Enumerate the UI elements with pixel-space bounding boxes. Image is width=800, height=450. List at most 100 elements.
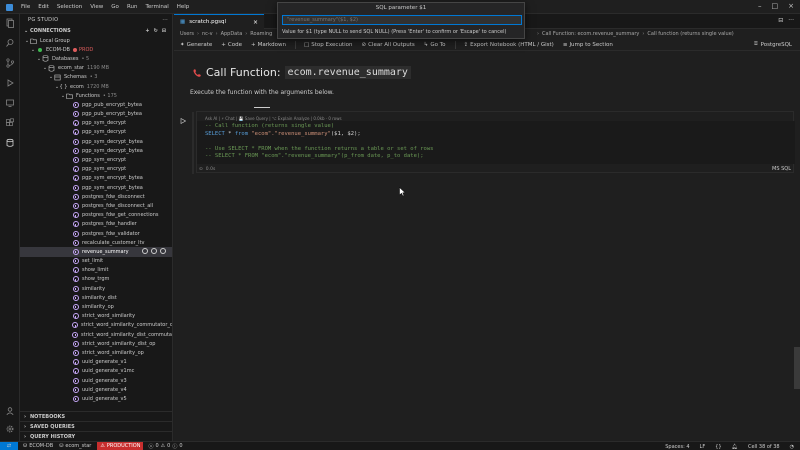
breadcrumb-item[interactable]: Roaming <box>250 31 272 37</box>
run-debug-icon[interactable] <box>5 78 15 88</box>
tab-scratch-pgsql[interactable]: ▦ scratch.pgsql × <box>174 14 264 29</box>
function-item[interactable]: uuid_generate_v3 <box>20 376 172 385</box>
source-control-icon[interactable] <box>5 58 15 68</box>
function-item[interactable]: postgres_fdw_validator <box>20 229 172 238</box>
more-actions-icon[interactable]: ··· <box>162 17 168 23</box>
run-icon[interactable] <box>142 248 148 255</box>
function-item[interactable]: uuid_generate_v1 <box>20 358 172 367</box>
function-item[interactable]: set_limit <box>20 257 172 266</box>
tree-schema[interactable]: ⌄ { } ecom 1720 MB <box>20 82 172 91</box>
function-item[interactable]: strict_word_similarity_dist_commutator_o… <box>20 330 172 339</box>
function-item[interactable]: strict_word_similarity_commutator_op <box>20 321 172 330</box>
function-item[interactable]: postgres_fdw_get_connections <box>20 211 172 220</box>
extensions-icon[interactable] <box>5 118 15 128</box>
function-item[interactable]: pgp_sym_decrypt_bytea <box>20 146 172 155</box>
function-item[interactable]: pgp_sym_encrypt_bytea <box>20 183 172 192</box>
function-item[interactable]: similarity <box>20 284 172 293</box>
ai-icon[interactable] <box>151 248 157 255</box>
tree-schemas[interactable]: ⌄ Schemas • 3 <box>20 73 172 82</box>
minimize-icon[interactable]: – <box>758 2 762 10</box>
status-spaces[interactable]: Spaces: 4 <box>665 444 689 450</box>
function-item[interactable]: show_limit <box>20 266 172 275</box>
function-item[interactable]: uuid_generate_v5 <box>20 394 172 403</box>
query-history-section-header[interactable]: › QUERY HISTORY <box>20 431 172 441</box>
menu-view[interactable]: View <box>90 4 103 10</box>
split-editor-icon[interactable]: ⊟ <box>778 17 783 24</box>
add-markdown-button[interactable]: + Markdown <box>251 42 286 48</box>
notebooks-section-header[interactable]: › NOTEBOOKS <box>20 411 172 421</box>
account-icon[interactable] <box>5 406 15 416</box>
function-item[interactable]: pgp_sym_decrypt <box>20 119 172 128</box>
function-item[interactable]: uuid_generate_v4 <box>20 385 172 394</box>
function-item[interactable]: strict_word_similarity_op <box>20 348 172 357</box>
add-code-button[interactable]: + Code <box>221 42 242 48</box>
remote-indicator-icon[interactable]: ⇄ <box>0 441 18 450</box>
tree-connection[interactable]: ⌄ ECOM-DB PROD <box>20 45 172 54</box>
goto-button[interactable]: ↳ Go To <box>424 42 446 48</box>
status-connection[interactable]: ⛁ ECOM-DB <box>23 443 53 449</box>
menu-terminal[interactable]: Terminal <box>145 4 168 10</box>
scrollbar-thumb[interactable] <box>794 347 800 389</box>
status-production-badge[interactable]: ⚠ PRODUCTION <box>97 441 144 450</box>
more-actions-icon[interactable]: ··· <box>788 17 794 24</box>
tree-functions[interactable]: ⌄ Functions • 175 <box>20 91 172 100</box>
run-cell-button[interactable] <box>179 117 187 125</box>
jump-section-button[interactable]: ≡ Jump to Section <box>563 42 613 48</box>
cell-language[interactable]: MS SQL <box>772 166 791 172</box>
close-tab-icon[interactable]: × <box>253 19 258 26</box>
info-icon[interactable] <box>160 248 166 255</box>
function-item[interactable]: pgp_sym_decrypt <box>20 128 172 137</box>
saved-queries-section-header[interactable]: › SAVED QUERIES <box>20 421 172 431</box>
tree-databases[interactable]: ⌄ Databases • 5 <box>20 54 172 63</box>
menu-file[interactable]: File <box>21 4 30 10</box>
function-item[interactable]: pgp_pub_encrypt_bytea <box>20 110 172 119</box>
kernel-picker[interactable]: ⌸ PostgreSQL <box>754 41 792 48</box>
menu-edit[interactable]: Edit <box>38 4 49 10</box>
pg-studio-icon[interactable] <box>5 138 15 148</box>
breadcrumb-item[interactable]: Users <box>180 31 194 37</box>
collapse-all-icon[interactable]: ⊟ <box>162 28 166 34</box>
breadcrumb-item[interactable]: Call Function: ecom.revenue_summary <box>542 31 639 37</box>
breadcrumb-item[interactable]: Call function (returns single value) <box>647 31 733 37</box>
function-item[interactable]: pgp_sym_encrypt <box>20 155 172 164</box>
status-database[interactable]: ⛁ ecom_star <box>59 443 91 449</box>
code-cell[interactable]: Ask AI | ⚡ Chat | 💾 Save Query | ⌥ Expla… <box>180 111 795 174</box>
function-item[interactable]: show_trgm <box>20 275 172 284</box>
breadcrumb-item[interactable]: nc-v <box>202 31 213 37</box>
breadcrumb-item[interactable]: AppData <box>221 31 243 37</box>
refresh-icon[interactable]: ↻ <box>154 28 158 34</box>
code-editor[interactable]: -- Call function (returns single value) S… <box>197 121 795 164</box>
function-item[interactable]: postgres_fdw_disconnect <box>20 192 172 201</box>
parameter-input[interactable] <box>282 15 522 25</box>
function-item[interactable]: strict_word_similarity_dist_op <box>20 339 172 348</box>
status-problems[interactable]: ⓧ 0 ⚠ 0 ⓘ 0 <box>148 443 182 450</box>
menu-help[interactable]: Help <box>177 4 190 10</box>
function-item[interactable]: pgp_pub_encrypt_bytea <box>20 100 172 109</box>
status-cell-position[interactable]: Cell 38 of 38 <box>748 444 780 450</box>
function-item[interactable]: similarity_dist <box>20 293 172 302</box>
function-item[interactable]: postgres_fdw_handler <box>20 220 172 229</box>
remote-explorer-icon[interactable] <box>5 98 15 108</box>
function-item[interactable]: strict_word_similarity <box>20 312 172 321</box>
clear-outputs-button[interactable]: ⊘ Clear All Outputs <box>361 42 414 48</box>
tree-group[interactable]: ⌄ Local Group <box>20 36 172 45</box>
menu-selection[interactable]: Selection <box>57 4 82 10</box>
braces-icon[interactable]: {} <box>715 444 721 450</box>
function-item[interactable]: postgres_fdw_disconnect_all <box>20 201 172 210</box>
menu-go[interactable]: Go <box>111 4 119 10</box>
status-eol[interactable]: LF <box>700 444 706 450</box>
connections-section-header[interactable]: ⌄ CONNECTIONS + ↻ ⊟ <box>20 26 172 36</box>
tree-database[interactable]: ⌄ ecom_star 1190 MB <box>20 64 172 73</box>
function-item[interactable]: pgp_sym_decrypt_bytea <box>20 137 172 146</box>
bell-icon[interactable]: 🔔︎ <box>732 444 738 450</box>
stop-execution-button[interactable]: □ Stop Execution <box>304 42 352 48</box>
function-item[interactable]: similarity_op <box>20 302 172 311</box>
explorer-icon[interactable] <box>5 18 15 28</box>
close-icon[interactable]: × <box>788 2 794 10</box>
function-item[interactable]: pgp_sym_encrypt <box>20 165 172 174</box>
function-item[interactable]: recalculate_customer_ltv <box>20 238 172 247</box>
maximize-icon[interactable]: □ <box>772 2 779 10</box>
export-notebook-button[interactable]: ⇪ Export Notebook (HTML / Gist) <box>464 42 554 48</box>
add-connection-icon[interactable]: + <box>145 28 149 34</box>
function-item[interactable]: uuid_generate_v1mc <box>20 367 172 376</box>
